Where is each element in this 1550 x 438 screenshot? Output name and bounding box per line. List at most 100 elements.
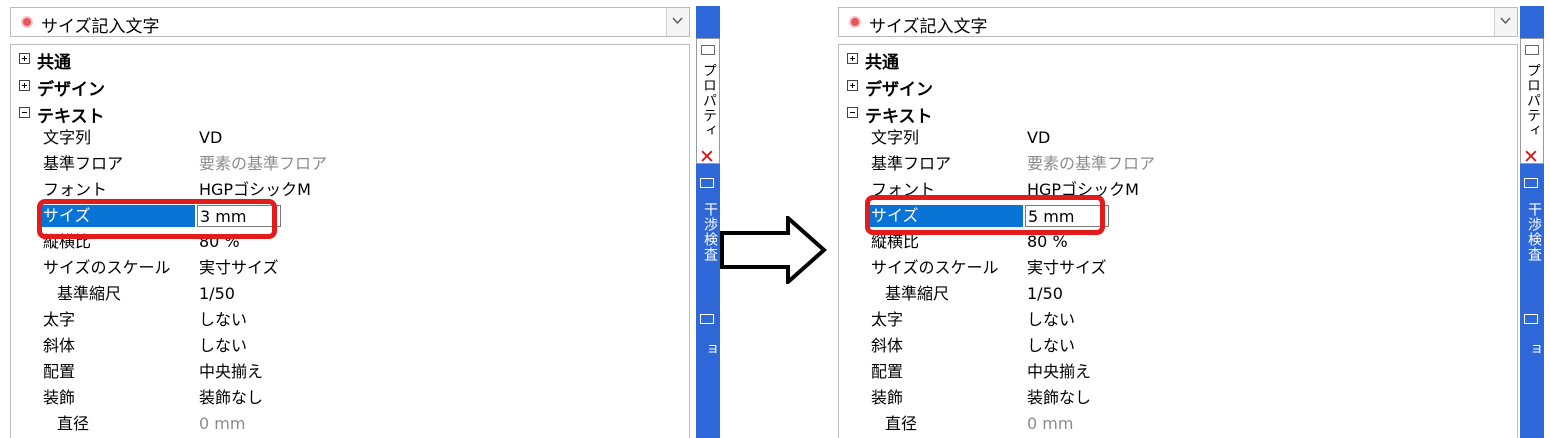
element-type-selector[interactable]: サイズ記入文字 <box>838 7 1518 37</box>
property-row[interactable]: 文字列 VD <box>11 125 689 151</box>
size-highlight-box <box>865 195 1105 235</box>
property-value[interactable]: 装飾なし <box>197 387 263 409</box>
property-panel-before: サイズ記入文字 共通 デザイン テキスト 文字列 VD 基準フロア 要素の基準フロア… <box>0 0 722 438</box>
tab-simulation[interactable]: シミュレーショ <box>696 306 720 438</box>
property-value[interactable]: 装飾なし <box>1025 387 1091 409</box>
selector-label: サイズ記入文字 <box>41 17 160 37</box>
property-key: 太字 <box>43 310 76 329</box>
category-label: テキスト <box>37 107 105 127</box>
property-row[interactable]: 斜体 しない <box>11 333 689 359</box>
property-row[interactable]: 基準縮尺 1/50 <box>11 281 689 307</box>
tab-label: シミュレーショ <box>1526 342 1550 432</box>
tab-label: シミュレーショ <box>702 342 718 357</box>
category-design[interactable]: デザイン <box>839 74 1517 100</box>
property-value[interactable]: 要素の基準フロア <box>1025 153 1155 175</box>
category-common[interactable]: 共通 <box>11 47 689 73</box>
property-key: 太字 <box>871 310 904 329</box>
dropdown-chevron-icon[interactable] <box>666 8 689 36</box>
property-key: 配置 <box>871 362 904 381</box>
category-label: 共通 <box>37 53 71 73</box>
property-row[interactable]: サイズのスケール 実寸サイズ <box>11 255 689 281</box>
close-x-icon[interactable]: ✕ <box>1523 146 1539 168</box>
tab-label: プロパティ <box>701 63 717 138</box>
property-value[interactable]: 要素の基準フロア <box>197 153 327 175</box>
expand-plus-icon[interactable] <box>19 80 30 91</box>
category-label: デザイン <box>37 80 105 100</box>
collapse-minus-icon[interactable] <box>19 107 30 118</box>
property-row[interactable]: 配置 中央揃え <box>839 359 1517 385</box>
side-tab-bar: プロパティ ✕ 干渉検査 シミュレーショ <box>696 6 720 438</box>
property-value[interactable]: 中央揃え <box>1025 361 1091 383</box>
tab-interference-check[interactable]: 干渉検査 <box>1520 174 1544 294</box>
property-key: サイズのスケール <box>43 258 171 277</box>
category-label: テキスト <box>865 107 933 127</box>
property-value[interactable]: 0 mm <box>1025 413 1073 435</box>
property-key: 直径 <box>57 414 90 433</box>
selector-dot-icon <box>851 18 859 26</box>
category-label: デザイン <box>865 80 933 100</box>
property-row[interactable]: 太字 しない <box>11 307 689 333</box>
tab-label: 干渉検査 <box>702 202 718 262</box>
element-type-selector[interactable]: サイズ記入文字 <box>10 7 690 37</box>
property-key: 基準フロア <box>43 154 124 173</box>
tab-label: プロパティ <box>1525 63 1541 138</box>
property-row[interactable]: 基準縮尺 1/50 <box>839 281 1517 307</box>
property-row[interactable]: 直径 0 mm <box>839 411 1517 437</box>
category-common[interactable]: 共通 <box>839 47 1517 73</box>
property-key: 直径 <box>885 414 918 433</box>
close-x-icon[interactable]: ✕ <box>699 146 715 168</box>
side-tab-bar: プロパティ ✕ 干渉検査 シミュレーショ <box>1520 6 1550 438</box>
property-row[interactable]: 太字 しない <box>839 307 1517 333</box>
property-key: 文字列 <box>871 128 920 147</box>
property-value[interactable]: しない <box>1025 309 1075 331</box>
property-value[interactable]: しない <box>1025 335 1075 357</box>
property-row[interactable]: 配置 中央揃え <box>11 359 689 385</box>
property-key: 基準フロア <box>871 154 952 173</box>
property-key: 斜体 <box>43 336 76 355</box>
property-row[interactable]: 直径 0 mm <box>11 411 689 437</box>
property-value[interactable]: 1/50 <box>197 283 235 305</box>
property-value[interactable]: 中央揃え <box>197 361 263 383</box>
tab-label: 干渉検査 <box>1526 202 1542 262</box>
property-row[interactable]: 装飾 装飾なし <box>839 385 1517 411</box>
dropdown-chevron-icon[interactable] <box>1494 8 1517 36</box>
tab-interference-check[interactable]: 干渉検査 <box>696 174 720 294</box>
property-row[interactable]: サイズのスケール 実寸サイズ <box>839 255 1517 281</box>
panel-icon <box>1524 314 1538 324</box>
property-row[interactable]: 基準フロア 要素の基準フロア <box>839 151 1517 177</box>
property-key: 装飾 <box>871 388 904 407</box>
property-value[interactable]: VD <box>1025 127 1050 149</box>
tab-simulation[interactable]: シミュレーショ <box>1520 306 1550 438</box>
property-key: 基準縮尺 <box>885 284 950 303</box>
property-value[interactable]: しない <box>197 309 247 331</box>
property-row[interactable]: 文字列 VD <box>839 125 1517 151</box>
property-value[interactable]: 1/50 <box>1025 283 1063 305</box>
collapse-minus-icon[interactable] <box>847 107 858 118</box>
category-text[interactable]: テキスト <box>839 101 1517 127</box>
expand-plus-icon[interactable] <box>19 53 30 64</box>
selector-label: サイズ記入文字 <box>869 17 988 37</box>
property-value[interactable]: 実寸サイズ <box>197 257 279 279</box>
property-grid: 共通 デザイン テキスト 文字列 VD 基準フロア 要素の基準フロア フォント HGP… <box>838 44 1518 438</box>
property-value[interactable]: 0 mm <box>197 413 245 435</box>
property-key: サイズのスケール <box>871 258 999 277</box>
property-value[interactable]: しない <box>197 335 247 357</box>
property-value[interactable]: 実寸サイズ <box>1025 257 1107 279</box>
category-label: 共通 <box>865 53 899 73</box>
panel-icon <box>1524 178 1538 188</box>
panel-icon <box>700 314 714 324</box>
panel-icon <box>1525 45 1539 55</box>
property-value[interactable]: VD <box>197 127 222 149</box>
category-design[interactable]: デザイン <box>11 74 689 100</box>
expand-plus-icon[interactable] <box>847 53 858 64</box>
size-highlight-box <box>37 199 277 239</box>
property-row[interactable]: 装飾 装飾なし <box>11 385 689 411</box>
expand-plus-icon[interactable] <box>847 80 858 91</box>
property-key: 配置 <box>43 362 76 381</box>
panel-icon <box>700 178 714 188</box>
category-text[interactable]: テキスト <box>11 101 689 127</box>
property-row[interactable]: 斜体 しない <box>839 333 1517 359</box>
property-key: 文字列 <box>43 128 92 147</box>
property-row[interactable]: 基準フロア 要素の基準フロア <box>11 151 689 177</box>
property-value[interactable]: HGPゴシックM <box>197 179 311 201</box>
